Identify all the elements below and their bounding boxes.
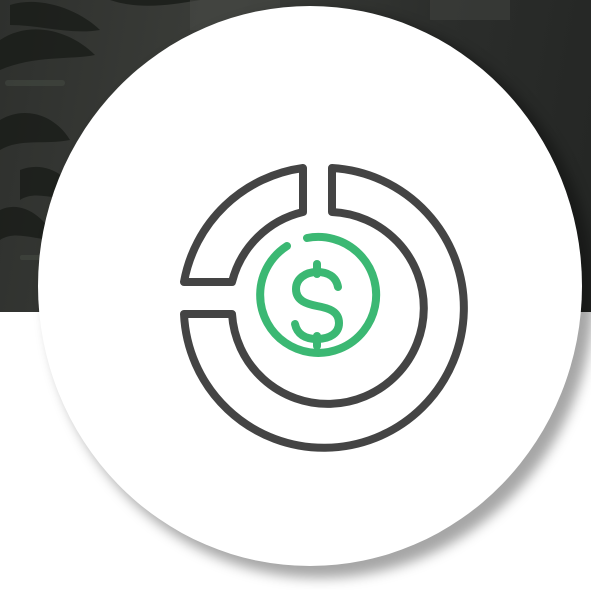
dollar-circle <box>256 232 381 357</box>
pie-chart-dollar-icon <box>160 150 480 470</box>
hero-card <box>0 0 591 590</box>
